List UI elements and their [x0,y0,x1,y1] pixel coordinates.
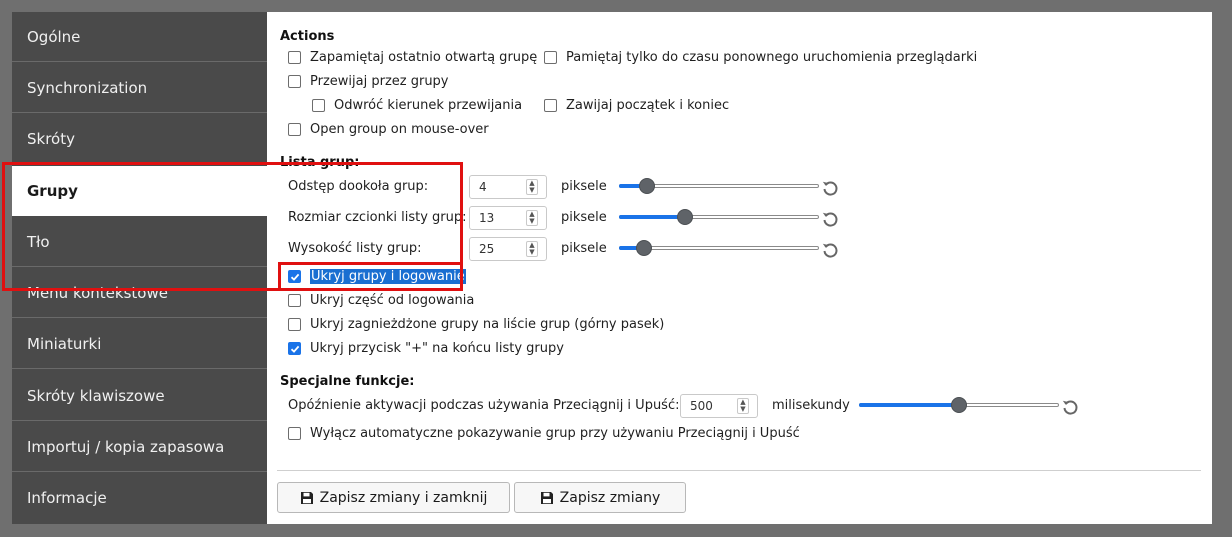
sidebar: Ogólne Synchronization Skróty Grupy Tło … [12,12,267,524]
floppy-disk-icon [540,491,553,504]
save-label: Zapisz zmiany [559,489,661,506]
remember-until-restart-label: Pamiętaj tylko do czasu ponownego urucho… [566,50,978,65]
height-label: Wysokość listy grup: [288,241,422,256]
slider-thumb[interactable] [639,178,655,194]
hide-plus-label: Ukryj przycisk "+" na końcu listy grupy [310,341,564,356]
delay-stepper[interactable]: ▲ ▼ [737,398,749,414]
actions-heading: Actions [280,29,335,44]
hide-groups-login-checkbox[interactable] [288,270,301,283]
reverse-scroll-label: Odwróć kierunek przewijania [334,98,523,113]
sidebar-item-thumbnails[interactable]: Miniaturki [12,319,267,369]
remember-group-label: Zapamiętaj ostatnio otwartą grupę [310,50,538,65]
delay-input[interactable]: 500 ▲ ▼ [680,394,758,418]
wrap-around-checkbox[interactable] [544,99,557,112]
save-and-close-label: Zapisz zmiany i zamknij [319,489,488,506]
open-on-hover-option[interactable]: Open group on mouse-over [288,122,489,137]
hide-part-login-option[interactable]: Ukryj część od logowania [288,293,474,308]
delay-value: 500 [690,399,713,413]
disable-auto-show-option[interactable]: Wyłącz automatyczne pokazywanie grup prz… [288,426,800,441]
sidebar-item-groups[interactable]: Grupy [12,166,267,216]
hide-part-login-label: Ukryj część od logowania [310,293,475,308]
sidebar-item-context-menu[interactable]: Menu kontekstowe [12,268,267,318]
scroll-groups-option[interactable]: Przewijaj przez grupy [288,74,449,89]
hide-part-login-checkbox[interactable] [288,294,301,307]
sidebar-item-keyboard-shortcuts[interactable]: Skróty klawiszowe [12,371,267,421]
remember-until-restart-option[interactable]: Pamiętaj tylko do czasu ponownego urucho… [544,50,977,65]
special-heading: Specjalne funkcje: [280,374,415,389]
reset-icon[interactable] [821,210,839,228]
open-on-hover-checkbox[interactable] [288,123,301,136]
reset-icon[interactable] [1061,398,1079,416]
spacing-unit: piksele [561,179,607,194]
reset-icon[interactable] [821,241,839,259]
sidebar-item-synchronization[interactable]: Synchronization [12,63,267,113]
spacing-input[interactable]: 4 ▲ ▼ [469,175,547,199]
height-stepper[interactable]: ▲ ▼ [526,241,538,257]
sidebar-item-information[interactable]: Informacje [12,473,267,523]
font-size-slider[interactable] [619,209,819,225]
height-unit: piksele [561,241,607,256]
height-value: 25 [479,242,495,256]
remember-group-checkbox[interactable] [288,51,301,64]
height-input[interactable]: 25 ▲ ▼ [469,237,547,261]
hide-nested-checkbox[interactable] [288,318,301,331]
height-slider[interactable] [619,240,819,256]
group-list-heading: Lista grup: [280,155,360,170]
save-button[interactable]: Zapisz zmiany [514,482,686,513]
hide-plus-option[interactable]: Ukryj przycisk "+" na końcu listy grupy [288,341,564,356]
open-on-hover-label: Open group on mouse-over [310,122,489,137]
spacing-slider[interactable] [619,178,819,194]
disable-auto-show-checkbox[interactable] [288,427,301,440]
floppy-disk-icon [300,491,313,504]
slider-fill [859,403,959,407]
reset-icon[interactable] [821,179,839,197]
font-size-input[interactable]: 13 ▲ ▼ [469,206,547,230]
font-size-stepper[interactable]: ▲ ▼ [526,210,538,226]
remember-until-restart-checkbox[interactable] [544,51,557,64]
sidebar-item-general[interactable]: Ogólne [12,12,267,62]
reverse-scroll-checkbox[interactable] [312,99,325,112]
slider-thumb[interactable] [636,240,652,256]
font-size-label: Rozmiar czcionki listy grup: [288,210,467,225]
slider-thumb[interactable] [951,397,967,413]
spacing-stepper[interactable]: ▲ ▼ [526,179,538,195]
delay-slider[interactable] [859,397,1059,413]
hide-plus-checkbox[interactable] [288,342,301,355]
footer-divider [277,470,1201,471]
font-size-unit: piksele [561,210,607,225]
wrap-around-label: Zawijaj początek i koniec [566,98,730,113]
scroll-groups-checkbox[interactable] [288,75,301,88]
hide-nested-option[interactable]: Ukryj zagnieżdżone grupy na liście grup … [288,317,664,332]
spacing-value: 4 [479,180,487,194]
save-and-close-button[interactable]: Zapisz zmiany i zamknij [277,482,510,513]
sidebar-item-import-backup[interactable]: Importuj / kopia zapasowa [12,422,267,472]
hide-groups-login-label: Ukryj grupy i logowanie [310,269,466,284]
remember-group-option[interactable]: Zapamiętaj ostatnio otwartą grupę [288,50,537,65]
scroll-groups-label: Przewijaj przez grupy [310,74,449,89]
wrap-around-option[interactable]: Zawijaj początek i koniec [544,98,729,113]
spacing-label: Odstęp dookoła grup: [288,179,429,194]
hide-groups-login-option[interactable]: Ukryj grupy i logowanie [288,269,466,284]
slider-fill [619,215,685,219]
delay-unit: milisekundy [772,398,850,413]
font-size-value: 13 [479,211,495,225]
disable-auto-show-label: Wyłącz automatyczne pokazywanie grup prz… [310,426,800,441]
hide-nested-label: Ukryj zagnieżdżone grupy na liście grup … [310,317,665,332]
reverse-scroll-option[interactable]: Odwróć kierunek przewijania [312,98,522,113]
slider-thumb[interactable] [677,209,693,225]
sidebar-item-shortcuts[interactable]: Skróty [12,114,267,164]
sidebar-item-background[interactable]: Tło [12,217,267,267]
delay-label: Opóźnienie aktywacji podczas używania Pr… [288,398,680,413]
settings-panel: Actions Zapamiętaj ostatnio otwartą grup… [267,12,1212,524]
